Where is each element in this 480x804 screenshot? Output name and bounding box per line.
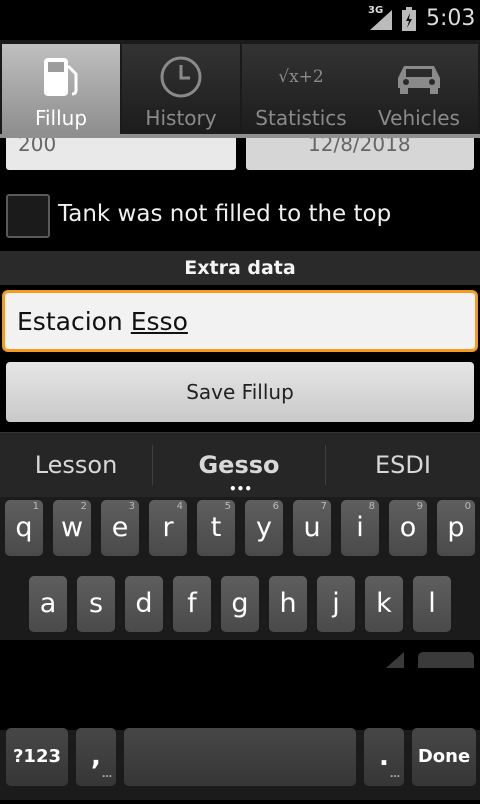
- key-w[interactable]: w2: [53, 500, 91, 556]
- key-a[interactable]: a: [29, 576, 67, 632]
- period-key-more-dots: …: [390, 769, 400, 780]
- clock: 5:03: [426, 6, 476, 31]
- key-p[interactable]: p0: [437, 500, 475, 556]
- odometer-field[interactable]: 200: [6, 138, 236, 170]
- status-bar: 3G 5:03: [0, 0, 480, 38]
- station-input[interactable]: Estacion Esso: [2, 290, 478, 352]
- key-fragment: [418, 652, 474, 668]
- key-y[interactable]: y6: [245, 500, 283, 556]
- suggestion-strip: Lesson Gesso ••• ESDI: [0, 432, 480, 497]
- clock-icon: [160, 56, 202, 98]
- suggestion-left[interactable]: Lesson: [0, 433, 152, 497]
- station-input-value: Estacion Esso: [17, 307, 188, 336]
- tab-vehicles[interactable]: Vehicles: [360, 44, 478, 134]
- comma-key[interactable]: , …: [76, 728, 116, 786]
- done-key[interactable]: Done: [412, 728, 476, 786]
- tab-label: Fillup: [34, 106, 88, 130]
- battery-icon: [402, 7, 416, 31]
- tab-label: History: [145, 106, 217, 130]
- key-j[interactable]: j: [317, 576, 355, 632]
- save-fillup-button[interactable]: Save Fillup: [6, 362, 474, 422]
- odometer-value: 200: [18, 138, 57, 156]
- fuel-pump-icon: [44, 58, 78, 96]
- tab-bar: Fillup History √x+2 Statistics Vehicles: [0, 40, 480, 136]
- key-r[interactable]: r4: [149, 500, 187, 556]
- period-key[interactable]: . …: [364, 728, 404, 786]
- tank-not-full-checkbox[interactable]: [6, 194, 50, 238]
- tank-not-full-label: Tank was not filled to the top: [58, 201, 392, 227]
- key-f[interactable]: f: [173, 576, 211, 632]
- key-d[interactable]: d: [125, 576, 163, 632]
- extra-data-header: Extra data: [0, 251, 480, 285]
- key-g[interactable]: g: [221, 576, 259, 632]
- more-suggestions-dots: •••: [229, 482, 253, 496]
- formula-text: √x+2: [278, 67, 324, 87]
- symbols-key[interactable]: ?123: [6, 728, 68, 786]
- key-k[interactable]: k: [365, 576, 403, 632]
- key-o[interactable]: o9: [389, 500, 427, 556]
- tab-label: Vehicles: [378, 106, 460, 130]
- tab-history[interactable]: History: [122, 44, 240, 134]
- key-t[interactable]: t5: [197, 500, 235, 556]
- tab-label: Statistics: [255, 106, 347, 130]
- key-s[interactable]: s: [77, 576, 115, 632]
- signal-icon: [370, 10, 392, 30]
- key-e[interactable]: e3: [101, 500, 139, 556]
- space-key[interactable]: [124, 728, 356, 786]
- key-h[interactable]: h: [269, 576, 307, 632]
- tab-statistics[interactable]: √x+2 Statistics: [242, 44, 360, 134]
- key-l[interactable]: l: [413, 576, 451, 632]
- comma-key-more-dots: …: [102, 769, 112, 780]
- date-value: 12/8/2018: [308, 138, 411, 156]
- composing-word: Esso: [130, 307, 188, 336]
- key-q[interactable]: q1: [5, 500, 43, 556]
- key-u[interactable]: u7: [293, 500, 331, 556]
- suggestion-right[interactable]: ESDI: [326, 433, 480, 497]
- keyboard-occluded-area: [0, 640, 480, 730]
- formula-icon: √x+2: [242, 54, 360, 100]
- tab-fillup[interactable]: Fillup: [2, 44, 120, 134]
- date-field[interactable]: 12/8/2018: [246, 138, 474, 170]
- key-i[interactable]: i8: [341, 500, 379, 556]
- car-icon: [398, 66, 440, 94]
